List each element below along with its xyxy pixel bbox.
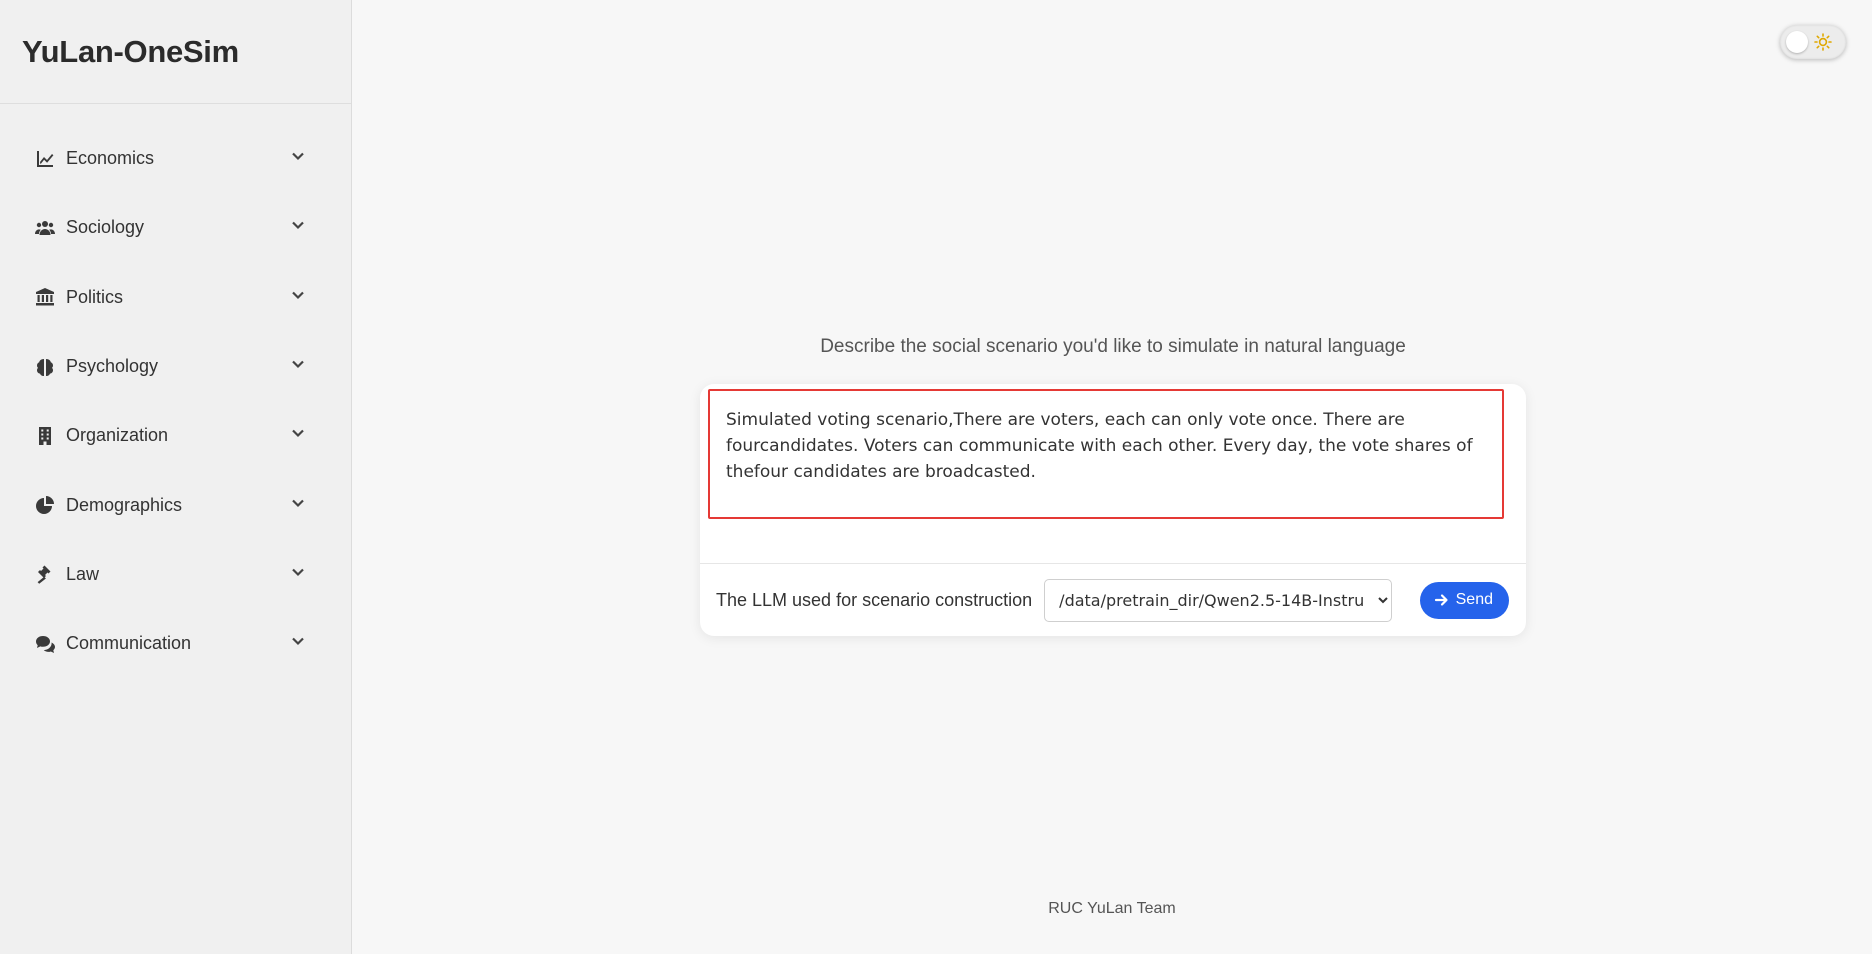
sidebar-item-psychology[interactable]: Psychology: [0, 332, 351, 401]
llm-label: The LLM used for scenario construction: [716, 589, 1033, 610]
chart-line-icon: [34, 148, 56, 170]
app-title: YuLan-OneSim: [22, 33, 239, 69]
category-nav: Economics Sociology Politics Psychology …: [0, 104, 351, 678]
theme-toggle[interactable]: [1780, 25, 1846, 59]
chevron-down-icon: [291, 634, 305, 653]
pie-chart-icon: [34, 494, 56, 516]
gavel-icon: [34, 563, 56, 585]
sidebar: YuLan-OneSim Economics Sociology Politic…: [0, 0, 352, 954]
chevron-down-icon: [291, 288, 305, 307]
textarea-wrapper: Simulated voting scenario,There are vote…: [700, 384, 1526, 564]
chevron-down-icon: [291, 218, 305, 237]
scenario-prompt: Describe the social scenario you'd like …: [820, 336, 1406, 357]
sidebar-item-label: Law: [66, 563, 100, 584]
sidebar-item-law[interactable]: Law: [0, 540, 351, 609]
scenario-card: Simulated voting scenario,There are vote…: [700, 384, 1526, 636]
sidebar-item-demographics[interactable]: Demographics: [0, 470, 351, 539]
sidebar-item-label: Communication: [66, 633, 192, 654]
chevron-down-icon: [291, 496, 305, 515]
sidebar-item-label: Psychology: [66, 356, 159, 377]
send-button[interactable]: Send: [1419, 581, 1509, 619]
chevron-down-icon: [291, 149, 305, 168]
landmark-icon: [34, 286, 56, 308]
sidebar-item-economics[interactable]: Economics: [0, 124, 351, 193]
chevron-down-icon: [291, 357, 305, 376]
sidebar-item-label: Economics: [66, 148, 155, 169]
sidebar-item-communication[interactable]: Communication: [0, 609, 351, 678]
llm-select[interactable]: /data/pretrain_dir/Qwen2.5-14B-Instruct: [1044, 578, 1393, 622]
chevron-down-icon: [291, 426, 305, 445]
scenario-input[interactable]: Simulated voting scenario,There are vote…: [708, 389, 1504, 519]
send-button-label: Send: [1455, 591, 1493, 608]
scenario-composer: Describe the social scenario you'd like …: [700, 336, 1526, 636]
arrow-right-icon: [1434, 594, 1448, 606]
main-area: Describe the social scenario you'd like …: [352, 0, 1872, 954]
sidebar-item-label: Organization: [66, 425, 169, 446]
footer-credit: RUC YuLan Team: [1048, 900, 1176, 917]
comments-icon: [34, 633, 56, 655]
chevron-down-icon: [291, 565, 305, 584]
sidebar-item-sociology[interactable]: Sociology: [0, 193, 351, 262]
app-root: YuLan-OneSim Economics Sociology Politic…: [0, 0, 1872, 954]
sidebar-item-label: Demographics: [66, 494, 183, 515]
brand-header: YuLan-OneSim: [0, 0, 351, 104]
toggle-knob: [1786, 31, 1808, 53]
building-icon: [34, 425, 56, 447]
brain-icon: [34, 356, 56, 378]
sidebar-item-label: Sociology: [66, 217, 145, 238]
users-icon: [34, 217, 56, 239]
sun-icon: [1814, 33, 1832, 51]
sidebar-item-organization[interactable]: Organization: [0, 401, 351, 470]
sidebar-item-politics[interactable]: Politics: [0, 263, 351, 332]
card-footer: The LLM used for scenario construction /…: [700, 564, 1526, 636]
sidebar-item-label: Politics: [66, 286, 124, 307]
